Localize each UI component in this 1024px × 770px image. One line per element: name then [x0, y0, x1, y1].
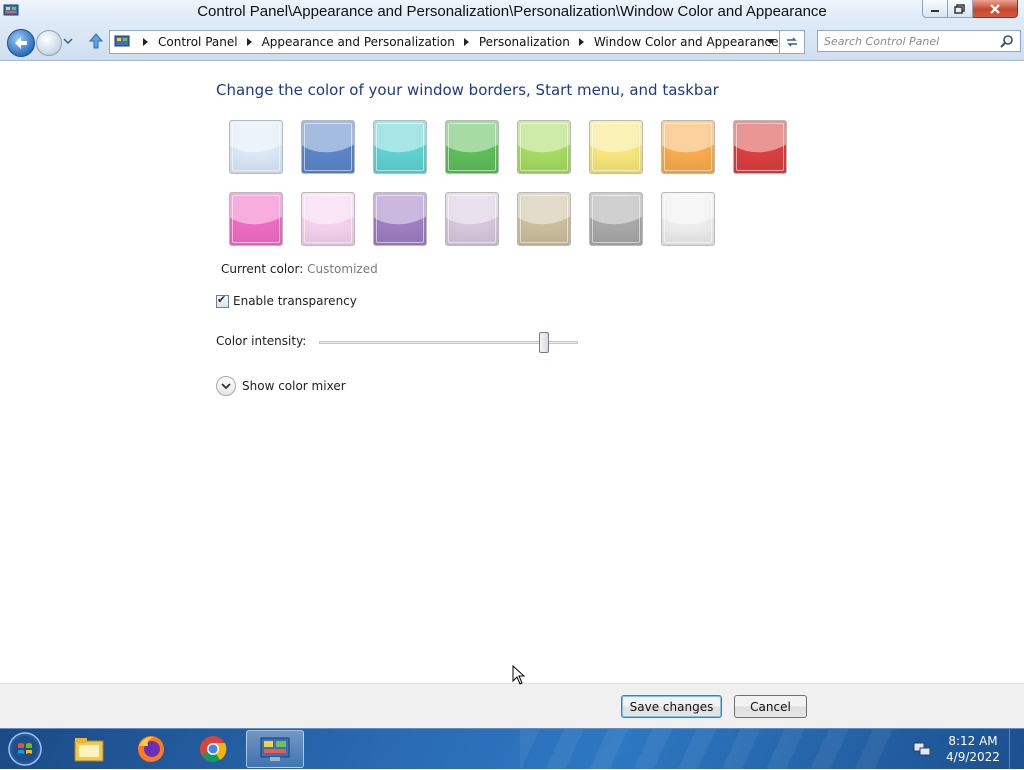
content-area: Change the color of your window borders,… [0, 61, 1024, 683]
system-clock[interactable]: 8:12 AM 4/9/2022 [940, 733, 1006, 765]
search-icon[interactable] [1000, 34, 1014, 48]
window-controls [922, 0, 1018, 18]
recent-pages-dropdown-icon[interactable] [63, 38, 73, 44]
color-swatch-taupe[interactable] [517, 192, 571, 246]
color-swatch-twilight[interactable] [301, 120, 355, 174]
clock-time: 8:12 AM [948, 734, 998, 748]
search-input[interactable] [824, 32, 994, 50]
clock-date: 4/9/2022 [946, 750, 1000, 764]
maximize-button[interactable] [948, 0, 973, 18]
color-swatch-violet[interactable] [373, 192, 427, 246]
color-swatch-lime[interactable] [517, 120, 571, 174]
minimize-button[interactable] [922, 0, 948, 18]
breadcrumb-separator-icon[interactable] [578, 38, 584, 46]
color-swatch-ruby[interactable] [733, 120, 787, 174]
breadcrumb-item[interactable]: Personalization [455, 35, 570, 49]
breadcrumb-item[interactable]: Window Color and Appearance [570, 35, 779, 49]
close-button[interactable] [973, 0, 1018, 18]
expand-circle[interactable] [216, 376, 236, 396]
firefox-icon [138, 736, 164, 762]
color-swatch-sea[interactable] [373, 120, 427, 174]
taskbar-control-panel[interactable] [246, 730, 304, 768]
current-color-value: Customized [307, 262, 378, 276]
back-arrow-icon [15, 37, 27, 49]
taskbar: 8:12 AM 4/9/2022 [0, 728, 1024, 769]
color-swatch-orange[interactable] [661, 120, 715, 174]
taskbar-chrome[interactable] [186, 730, 240, 768]
color-swatch-chocolate[interactable] [589, 192, 643, 246]
refresh-button[interactable] [780, 30, 805, 54]
breadcrumb-item[interactable]: Appearance and Personalization [238, 35, 455, 49]
window-title: Control Panel\Appearance and Personaliza… [197, 3, 827, 20]
chrome-icon [200, 736, 227, 762]
current-color: Current color: Customized [221, 262, 378, 276]
color-swatch-sky[interactable] [229, 120, 283, 174]
minimize-icon [931, 9, 939, 12]
footer-bar: Save changes Cancel [0, 683, 1024, 729]
restore-icon [954, 3, 965, 14]
show-color-mixer-label[interactable]: Show color mixer [242, 379, 346, 393]
folder-icon [74, 738, 104, 762]
windows-orb-icon [8, 732, 42, 766]
intensity-label: Color intensity: [216, 334, 307, 348]
current-color-label: Current color: [221, 262, 304, 276]
show-desktop-button[interactable] [1009, 729, 1024, 769]
cancel-button[interactable]: Cancel [734, 695, 807, 718]
breadcrumb-label[interactable]: Control Panel [158, 35, 238, 49]
transparency-option[interactable]: Enable transparency [216, 293, 357, 308]
address-dropdown-icon[interactable] [766, 39, 775, 45]
intensity-slider-thumb[interactable] [539, 332, 550, 353]
address-bar: Control Panel Appearance and Personaliza… [0, 24, 1024, 61]
color-swatch-frost[interactable] [661, 192, 715, 246]
color-swatch-lemon[interactable] [589, 120, 643, 174]
chevron-down-icon [221, 382, 231, 389]
breadcrumb[interactable]: Control Panel Appearance and Personaliza… [109, 30, 780, 54]
transparency-checkbox[interactable] [216, 293, 229, 308]
breadcrumb-separator-icon[interactable] [246, 38, 252, 46]
control-panel-taskbar-icon [260, 737, 290, 761]
breadcrumb-item[interactable]: Control Panel [134, 35, 238, 49]
breadcrumb-separator-icon[interactable] [143, 38, 148, 46]
save-changes-button[interactable]: Save changes [621, 695, 722, 718]
show-color-mixer[interactable]: Show color mixer [216, 376, 346, 396]
color-swatch-leaf[interactable] [445, 120, 499, 174]
transparency-label[interactable]: Enable transparency [233, 294, 357, 308]
mouse-cursor-icon [512, 665, 526, 685]
back-button[interactable] [7, 29, 35, 57]
breadcrumb-label[interactable]: Personalization [479, 35, 570, 49]
start-button[interactable] [4, 731, 46, 767]
breadcrumb-label[interactable]: Appearance and Personalization [262, 35, 455, 49]
forward-button[interactable] [36, 30, 62, 56]
color-swatch-blush[interactable] [301, 192, 355, 246]
close-icon [990, 3, 1000, 14]
search-box[interactable] [817, 30, 1021, 52]
breadcrumb-label[interactable]: Window Color and Appearance [594, 35, 779, 49]
refresh-icon [787, 37, 797, 47]
taskbar-file-explorer[interactable] [62, 730, 116, 768]
color-swatch-lavender[interactable] [445, 192, 499, 246]
page-title: Change the color of your window borders,… [216, 81, 719, 99]
network-icon[interactable] [913, 741, 931, 757]
taskbar-firefox[interactable] [124, 730, 178, 768]
breadcrumb-separator-icon[interactable] [463, 38, 469, 46]
title-bar: Control Panel\Appearance and Personaliza… [0, 0, 1024, 24]
control-panel-small-icon [114, 35, 130, 47]
up-level-icon[interactable] [88, 33, 104, 49]
color-swatch-fuchsia[interactable] [229, 192, 283, 246]
